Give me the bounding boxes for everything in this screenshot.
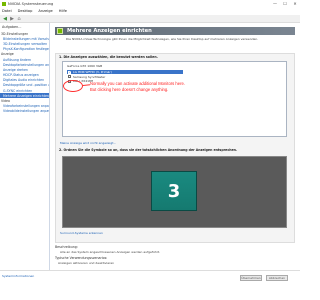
display-row-1[interactable]: LG HDR WFHD (3, Primär) [67,70,183,74]
task-sidebar: Aufgaben... 3D-Einstellungen Bildeinstell… [0,23,50,270]
toolbar: ◀ ▶ ⌂ [0,15,300,23]
detect-surround-link[interactable]: Surround-Systeme erkennen [60,231,103,235]
back-button[interactable]: ◀ [2,16,8,22]
menu-item-hilfe[interactable]: Hilfe [59,8,67,15]
usage-item: Anzeigen aktivieren und deaktivieren [58,261,115,265]
page-description: Die NVIDIA nView-Technologie gibt Ihnen … [66,37,259,41]
maximize-button[interactable]: ☐ [280,0,290,8]
display-label-2: Samsung SyncMaster [73,74,106,79]
sidebar-item[interactable]: Desktopgröße und -position anpassen [0,83,49,88]
annotation-text: Normally you can activate additional Mon… [90,81,230,92]
missing-display-link[interactable]: Meine Anzeige wird nicht angezeigt... [60,141,116,145]
sidebar-item[interactable]: Desktopfarbeinstellungen anpassen [0,62,49,67]
main-content: Mehrere Anzeigen einrichten Die NVIDIA n… [50,23,300,270]
close-button[interactable]: ✕ [290,0,300,8]
annotation-line-2: But clicking here doesn't change anythin… [90,86,169,92]
menu-item-desktop[interactable]: Desktop [18,8,33,15]
home-button[interactable]: ⌂ [16,16,22,22]
forward-button[interactable]: ▶ [9,16,15,22]
gpu-label: GeForce GTX 1060 3GB [67,64,103,68]
display-list: GeForce GTX 1060 3GB LG HDR WFHD (3, Pri… [62,61,287,137]
system-info-link[interactable]: Systeminformationen [2,274,34,278]
sidebar-item[interactable]: PhysX-Konfiguration festlegen [0,47,49,52]
sidebar-item[interactable]: Mehrere Anzeigen einrichten [0,93,49,99]
menu-item-datei[interactable]: Datei [2,8,12,15]
apply-button[interactable]: Übernehmen [240,275,262,281]
display-label-1: LG HDR WFHD (3, Primär) [73,70,112,74]
nvidia-icon [2,2,6,6]
title-bar: NVIDIA Systemsteuerung — ☐ ✕ [0,0,300,8]
header-bar: Mehrere Anzeigen einrichten [55,27,295,35]
usage-heading: Typische Verwendungsszenarios: [55,256,108,260]
annotation-circle [63,80,83,92]
window-controls: — ☐ ✕ [270,0,300,8]
monitor-tile[interactable]: 3 [151,171,197,211]
sidebar-item[interactable]: Digitales Audio einrichten [0,78,49,83]
sidebar-item[interactable]: Videofarbeinstellungen anpassen [0,104,49,109]
display-row-2[interactable]: Samsung SyncMaster [67,75,183,79]
description-text: Alle an das System angeschlossenen Anzei… [60,250,161,254]
step2-heading: 2. Ordnen Sie die Symbole so an, dass si… [59,148,238,152]
sidebar-item[interactable]: Bildeinstellungen mit Vorschau anpassen [0,36,49,41]
page-header: Mehrere Anzeigen einrichten Die NVIDIA n… [50,23,300,49]
menu-bar: Datei Desktop Anzeige Hilfe [0,8,300,15]
display-arrangement-area: 3 [62,156,287,228]
minimize-button[interactable]: — [270,0,280,8]
window-title: NVIDIA Systemsteuerung [8,2,54,6]
sidebar-item[interactable]: 3D-Einstellungen verwalten [0,41,49,46]
menu-item-anzeige[interactable]: Anzeige [38,8,52,15]
sidebar-heading: Aufgaben... [2,25,22,29]
display-checkbox-1[interactable] [68,70,71,74]
display-checkbox-2[interactable] [68,75,71,78]
sidebar-list: 3D-Einstellungen Bildeinstellungen mit Vo… [0,31,49,114]
description-heading: Beschreibung: [55,245,78,249]
monitor-number: 3 [167,181,181,202]
sidebar-item[interactable]: Videobildeinstellungen anpassen [0,109,49,114]
display-icon [57,28,63,34]
page-title: Mehrere Anzeigen einrichten [67,28,152,35]
cancel-button[interactable]: Abbrechen [266,275,288,281]
step1-heading: 1. Die Anzeigen auswählen, die benutzt w… [59,55,158,59]
